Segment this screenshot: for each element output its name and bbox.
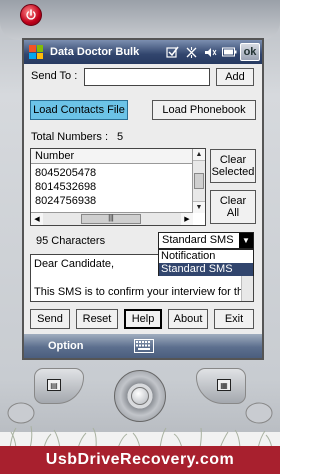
window-title: Data Doctor Bulk [50, 46, 140, 58]
scroll-up-icon[interactable]: ▲ [193, 149, 205, 161]
exit-button[interactable]: Exit [214, 309, 254, 329]
total-numbers-label: Total Numbers : [31, 131, 109, 143]
windows-logo-icon[interactable] [26, 42, 46, 62]
battery-icon[interactable] [221, 44, 237, 60]
send-button[interactable]: Send [30, 309, 70, 329]
menu-bar: Option [24, 334, 262, 358]
device-frame: Data Doctor Bulk ok Send To : Add Load C… [0, 0, 280, 474]
list-item[interactable]: 8024756938 [35, 195, 96, 208]
send-to-label: Send To : [31, 70, 78, 82]
checkmark-icon[interactable] [164, 44, 180, 60]
title-bar: Data Doctor Bulk ok [24, 40, 262, 64]
list-item[interactable]: 8014532698 [35, 181, 96, 194]
dpad-center-button[interactable] [131, 387, 149, 405]
numbers-list[interactable]: Number 8045205478 8014532698 8024756938 … [30, 148, 206, 226]
sms-type-dropdown[interactable]: Notification Standard SMS [158, 249, 254, 276]
scroll-down-icon[interactable]: ▼ [193, 201, 205, 213]
list-horizontal-scrollbar[interactable]: ◀ ||| ▶ [31, 212, 193, 225]
left-softkey[interactable]: ▤ [34, 368, 84, 404]
send-to-input[interactable] [84, 68, 210, 86]
clear-all-label-2: All [226, 207, 240, 219]
add-button[interactable]: Add [216, 68, 254, 86]
total-numbers-value: 5 [117, 131, 124, 143]
list-header-number[interactable]: Number [31, 149, 193, 164]
connectivity-icon[interactable] [183, 44, 199, 60]
sms-type-option-notification[interactable]: Notification [159, 250, 253, 263]
sms-type-option-standard[interactable]: Standard SMS [159, 263, 253, 276]
chevron-down-icon[interactable]: ▼ [239, 233, 253, 248]
main-form: Send To : Add Load Contacts File Load Ph… [24, 64, 262, 334]
scroll-thumb[interactable] [194, 173, 204, 189]
ok-button[interactable]: ok [240, 43, 260, 61]
sms-type-select[interactable]: Standard SMS ▼ [158, 232, 254, 249]
list-vertical-scrollbar[interactable]: ▲ ▼ [192, 149, 205, 213]
sms-type-selected: Standard SMS [162, 234, 234, 246]
grid-key-icon[interactable]: ▦ [217, 379, 231, 391]
load-contacts-file-button[interactable]: Load Contacts File [30, 100, 128, 120]
watermark-banner: UsbDriveRecovery.com [0, 446, 280, 474]
clear-selected-button[interactable]: Clear Selected [210, 149, 256, 183]
load-phonebook-button[interactable]: Load Phonebook [152, 100, 256, 120]
clear-selected-label-1: Clear [219, 154, 247, 166]
reset-button[interactable]: Reset [76, 309, 118, 329]
clear-selected-label-2: Selected [211, 166, 255, 178]
right-softkey[interactable]: ▦ [196, 368, 246, 404]
device-top [0, 0, 280, 40]
scroll-right-icon[interactable]: ▶ [181, 213, 193, 225]
scroll-left-icon[interactable]: ◀ [31, 213, 43, 225]
option-menu[interactable]: Option [48, 340, 83, 352]
scroll-thumb[interactable]: ||| [81, 214, 141, 224]
message-line: This SMS is to confirm your interview fo… [34, 286, 250, 298]
help-button[interactable]: Help [124, 309, 162, 329]
speaker-icon[interactable] [202, 44, 218, 60]
character-count: 95 Characters [36, 235, 106, 247]
about-button[interactable]: About [168, 309, 208, 329]
clear-all-button[interactable]: Clear All [210, 190, 256, 224]
calendar-key-icon[interactable]: ▤ [47, 379, 61, 391]
grass-decoration [0, 425, 280, 448]
keyboard-icon[interactable] [134, 339, 154, 353]
device-screen: Data Doctor Bulk ok Send To : Add Load C… [22, 38, 264, 360]
dpad[interactable] [114, 370, 166, 422]
list-item[interactable]: 8045205478 [35, 167, 96, 180]
power-icon[interactable] [20, 4, 42, 26]
clear-all-label-1: Clear [219, 195, 247, 207]
